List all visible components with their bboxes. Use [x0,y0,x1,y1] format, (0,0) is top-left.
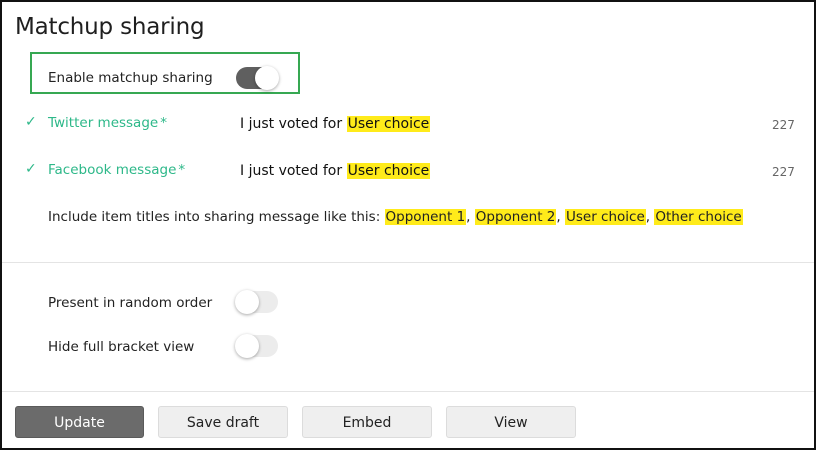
token-other-choice: Other choice [654,209,743,225]
token-opponent-2: Opponent 2 [474,209,557,225]
enable-sharing-toggle[interactable] [236,66,279,90]
facebook-message-label: Facebook message * [48,162,185,178]
enable-sharing-label: Enable matchup sharing [48,70,213,86]
twitter-message-prefix: I just voted for [240,116,347,132]
twitter-label-text: Twitter message [48,115,159,131]
facebook-label-text: Facebook message [48,162,177,178]
hide-bracket-label: Hide full bracket view [48,339,195,355]
token-user-choice: User choice [564,209,646,225]
twitter-char-count: 227 [772,118,795,132]
toggle-knob [235,334,259,358]
toggle-knob [235,290,259,314]
view-button[interactable]: View [446,406,576,438]
token-separator: , [466,209,475,225]
toggle-knob [255,66,279,90]
required-mark: * [178,162,186,178]
hide-bracket-toggle[interactable] [235,334,278,358]
update-button[interactable]: Update [15,406,144,438]
include-hint-text: Include item titles into sharing message… [48,209,385,225]
section-divider [2,262,814,263]
facebook-char-count: 227 [772,165,795,179]
matchup-sharing-panel: Matchup sharing Enable matchup sharing ✓… [0,0,816,450]
token-user-choice: User choice [346,163,431,179]
random-order-label: Present in random order [48,295,213,311]
include-titles-hint: Include item titles into sharing message… [48,209,743,225]
check-icon: ✓ [25,114,37,130]
token-separator: , [556,209,565,225]
embed-button[interactable]: Embed [302,406,432,438]
facebook-message-prefix: I just voted for [240,163,347,179]
check-icon: ✓ [25,161,37,177]
section-title: Matchup sharing [15,14,205,40]
token-opponent-1: Opponent 1 [384,209,467,225]
token-user-choice: User choice [346,116,431,132]
required-mark: * [160,115,167,131]
random-order-toggle[interactable] [235,290,278,314]
save-draft-button[interactable]: Save draft [158,406,288,438]
footer-divider [2,391,814,392]
facebook-message-input[interactable]: I just voted for User choice [240,163,431,179]
twitter-message-label: Twitter message * [48,115,167,131]
twitter-message-input[interactable]: I just voted for User choice [240,116,431,132]
